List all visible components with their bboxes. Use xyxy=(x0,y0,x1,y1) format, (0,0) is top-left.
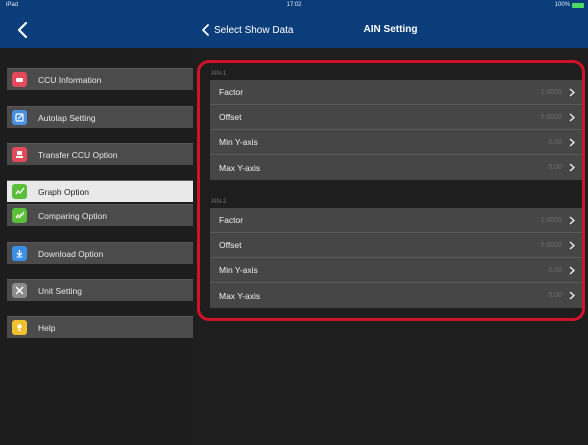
sidebar-item-autolap-setting[interactable]: Autolap Setting xyxy=(7,106,193,128)
row-label: Offset xyxy=(219,240,242,250)
sidebar-item-label: Graph Option xyxy=(38,186,90,197)
sidebar-item-unit-setting[interactable]: Unit Setting xyxy=(7,279,193,301)
content-navbar: Select Show Data AIN Setting xyxy=(193,12,588,48)
row-label: Min Y-axis xyxy=(219,265,258,275)
ain-2-min-y-axis-row[interactable]: Min Y-axis 0.00 xyxy=(210,258,584,283)
chevron-right-icon xyxy=(569,88,575,97)
ain-2-group: Factor 1.0000 Offset 0.0000 Min Y-axis 0… xyxy=(210,208,584,308)
ain-1-min-y-axis-row[interactable]: Min Y-axis 0.00 xyxy=(210,130,584,155)
unit-icon xyxy=(12,283,27,298)
sidebar-item-label: Download Option xyxy=(38,248,104,259)
row-label: Factor xyxy=(219,87,244,97)
row-value: 0.00 xyxy=(548,138,562,146)
ain-1-group: Factor 1.0000 Offset 0.0000 Min Y-axis 0… xyxy=(210,80,584,180)
ain-1-factor-row[interactable]: Factor 1.0000 xyxy=(210,80,584,105)
row-value: 0.0000 xyxy=(540,241,562,249)
sidebar-item-ccu-information[interactable]: CCU Information xyxy=(7,68,193,90)
page-title: AIN Setting xyxy=(363,24,418,35)
ain-1-offset-row[interactable]: Offset 0.0000 xyxy=(210,105,584,130)
download-icon xyxy=(12,246,27,261)
sidebar-item-label: CCU Information xyxy=(38,74,102,85)
back-chevron-icon[interactable] xyxy=(16,21,30,39)
row-value: 5.00 xyxy=(548,292,562,299)
ain-2-max-y-axis-row[interactable]: Max Y-axis 5.00 xyxy=(210,283,584,308)
row-label: Max Y-axis xyxy=(219,162,261,173)
chevron-right-icon xyxy=(569,291,575,300)
row-label: Max Y-axis xyxy=(219,290,261,301)
sidebar-item-label: Autolap Setting xyxy=(38,112,96,123)
help-icon xyxy=(12,320,27,335)
battery-percent: 100% xyxy=(554,2,570,8)
ccu-info-icon xyxy=(12,72,27,87)
row-label: Offset xyxy=(219,112,242,122)
section-header-ain-2: AIN-2 xyxy=(211,199,227,205)
row-value: 1.0000 xyxy=(540,88,562,96)
ain-settings-panel: AIN-1 Factor 1.0000 Offset 0.0000 Min Y-… xyxy=(193,48,588,445)
ain-1-max-y-axis-row[interactable]: Max Y-axis 5.00 xyxy=(210,155,584,180)
chevron-right-icon xyxy=(569,163,575,172)
chevron-right-icon xyxy=(569,113,575,122)
status-bar: iPad 17:02 100% xyxy=(0,0,588,12)
sidebar: CCU Information Autolap Setting Transfer… xyxy=(0,48,193,445)
comparing-icon xyxy=(12,208,27,223)
section-header-ain-1: AIN-1 xyxy=(211,71,227,77)
row-label: Min Y-axis xyxy=(219,137,258,147)
row-value: 5.00 xyxy=(548,164,562,171)
row-value: 1.0000 xyxy=(540,216,562,224)
sidebar-item-label: Comparing Option xyxy=(38,210,107,221)
sidebar-item-label: Help xyxy=(38,322,56,333)
autolap-icon xyxy=(12,110,27,125)
chevron-right-icon xyxy=(569,241,575,250)
chevron-right-icon xyxy=(569,216,575,225)
sidebar-item-help[interactable]: Help xyxy=(7,316,193,338)
row-value: 0.0000 xyxy=(540,113,562,121)
battery-icon xyxy=(572,3,584,8)
chevron-right-icon xyxy=(569,138,575,147)
row-value: 0.00 xyxy=(548,266,562,274)
sidebar-navbar xyxy=(0,12,193,48)
graph-icon xyxy=(12,184,27,199)
chevron-right-icon xyxy=(569,266,575,275)
sidebar-item-transfer-ccu-option[interactable]: Transfer CCU Option xyxy=(7,143,193,165)
sidebar-item-graph-option[interactable]: Graph Option xyxy=(7,180,193,202)
sidebar-item-download-option[interactable]: Download Option xyxy=(7,242,193,264)
status-time: 17:02 xyxy=(286,2,302,8)
ain-2-offset-row[interactable]: Offset 0.0000 xyxy=(210,233,584,258)
sidebar-item-label: Transfer CCU Option xyxy=(38,149,118,160)
transfer-icon xyxy=(12,147,27,162)
sidebar-item-label: Unit Setting xyxy=(38,285,82,296)
ain-2-factor-row[interactable]: Factor 1.0000 xyxy=(210,208,584,233)
row-label: Factor xyxy=(219,215,244,225)
sidebar-item-comparing-option[interactable]: Comparing Option xyxy=(7,204,193,226)
